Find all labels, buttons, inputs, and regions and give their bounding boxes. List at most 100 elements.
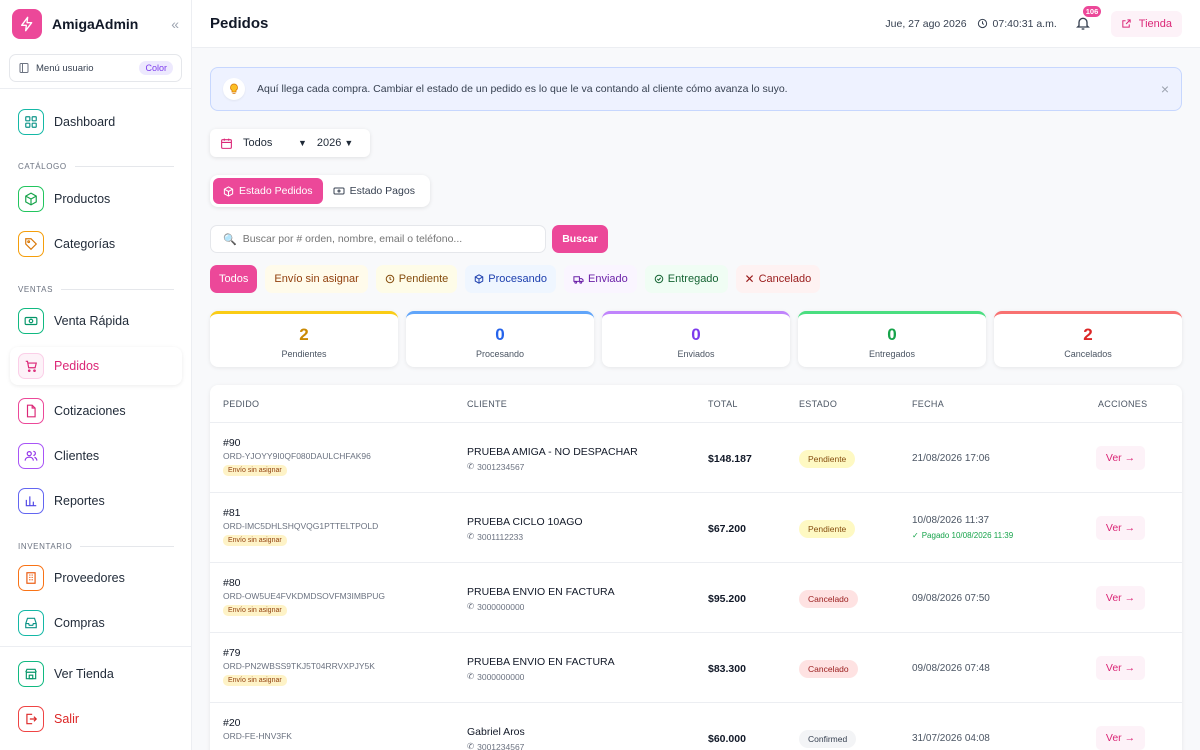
sidebar-item-reports[interactable]: Reportes	[10, 482, 182, 520]
sidebar-item-label: Ver Tienda	[54, 667, 114, 681]
check-circle-icon	[654, 274, 664, 284]
sidebar-item-label: Pedidos	[54, 359, 100, 373]
chip-shipped[interactable]: Enviado	[564, 265, 637, 293]
sidebar-item-label: Reportes	[54, 494, 105, 508]
header-time: 07:40:31 a.m.	[992, 17, 1057, 30]
view-order-button[interactable]: Ver →	[1096, 656, 1145, 680]
sidebar-item-orders[interactable]: Pedidos	[10, 347, 182, 385]
collapse-sidebar-icon[interactable]: «	[171, 16, 179, 32]
status-badge: Pendiente	[799, 520, 856, 538]
tab-label: Estado Pagos	[349, 185, 415, 197]
table-row[interactable]: #20 ORD-FE-HNV3FK Gabriel Aros ✆ 30012345…	[210, 703, 1182, 750]
column-header[interactable]: CLIENTE	[467, 399, 507, 409]
sidebar-item-products[interactable]: Productos	[10, 180, 182, 218]
sidebar: AmigaAdmin « Menú usuario Color Dashboar…	[0, 0, 192, 750]
tab-orders-status[interactable]: Estado Pedidos	[213, 178, 323, 204]
stat-label: Enviados	[677, 349, 715, 359]
notifications-button[interactable]: 106	[1075, 5, 1102, 33]
year-select[interactable]: 2026	[317, 137, 341, 149]
order-code: ORD-IMC5DHLSHQVQG1PTTELTPOLD	[223, 521, 379, 531]
bar-chart-icon	[18, 488, 44, 514]
column-header: ACCIONES	[1098, 399, 1148, 409]
status-filter-chips: Todos Envío sin asignar Pendiente Proces…	[210, 265, 828, 293]
search-field[interactable]: 🔍	[210, 225, 546, 253]
order-date: 31/07/2026 04:08	[912, 733, 990, 744]
column-header[interactable]: PEDIDO	[223, 399, 259, 409]
main-content: Aquí llega cada compra. Cambiar el estad…	[192, 49, 1200, 750]
tab-payments-status[interactable]: Estado Pagos	[323, 178, 425, 204]
section-inventory: INVENTARIO	[18, 542, 174, 551]
search-button[interactable]: Buscar	[552, 225, 608, 253]
chip-label: Cancelado	[758, 273, 812, 285]
client-name: PRUEBA CICLO 10AGO	[467, 516, 583, 528]
check-icon: ✓	[912, 531, 919, 540]
chip-processing[interactable]: Procesando	[465, 265, 557, 293]
view-order-button[interactable]: Ver →	[1096, 586, 1145, 610]
chevron-down-icon[interactable]: ▼	[344, 138, 353, 148]
sidebar-item-dashboard[interactable]: Dashboard	[10, 103, 182, 141]
chip-unassigned[interactable]: Envío sin asignar	[265, 265, 368, 293]
banner-text: Aquí llega cada compra. Cambiar el estad…	[257, 83, 788, 95]
store-button[interactable]: Tienda	[1110, 10, 1182, 37]
sidebar-item-label: Categorías	[54, 237, 116, 251]
chip-pending[interactable]: Pendiente	[375, 265, 458, 293]
column-header[interactable]: ESTADO	[799, 399, 837, 409]
chevron-down-icon[interactable]: ▼	[298, 138, 307, 148]
view-order-button[interactable]: Ver →	[1096, 446, 1145, 470]
view-order-button[interactable]: Ver →	[1096, 726, 1145, 750]
sidebar-item-label: Compras	[54, 616, 105, 630]
table-row[interactable]: #79 ORD-PN2WBSS9TKJ5T04RRVXPJY5K Envío s…	[210, 633, 1182, 703]
chip-label: Entregado	[667, 273, 719, 285]
search-input[interactable]	[242, 233, 533, 245]
user-menu[interactable]: Menú usuario Color	[9, 54, 182, 82]
order-total: $67.200	[708, 523, 746, 535]
chip-all[interactable]: Todos	[210, 265, 258, 293]
brand-name: AmigaAdmin	[52, 16, 139, 32]
order-code: ORD-OW5UE4FVKDMDSOVFM3IMBPUG	[223, 591, 385, 601]
chip-delivered[interactable]: Entregado	[644, 265, 728, 293]
table-row[interactable]: #81 ORD-IMC5DHLSHQVQG1PTTELTPOLD Envío s…	[210, 493, 1182, 563]
sidebar-item-suppliers[interactable]: Proveedores	[10, 559, 182, 597]
tab-label: Estado Pedidos	[239, 185, 313, 197]
shipping-tag: Envío sin asignar	[223, 535, 287, 546]
chip-cancelled[interactable]: ✕ Cancelado	[735, 265, 821, 293]
stat-card-delivered: 0 Entregados	[798, 311, 986, 367]
period-select[interactable]: Todos	[243, 137, 298, 149]
client-phone: 3001234567	[477, 461, 525, 472]
sidebar-item-clients[interactable]: Clientes	[10, 437, 182, 475]
view-order-button[interactable]: Ver →	[1096, 516, 1145, 540]
lightbulb-icon	[223, 78, 245, 100]
chip-label: Procesando	[488, 273, 548, 285]
chip-label: Pendiente	[398, 273, 449, 285]
sidebar-item-quick-sale[interactable]: Venta Rápida	[10, 302, 182, 340]
logout-icon	[18, 706, 44, 732]
order-code: ORD-FE-HNV3FK	[223, 731, 292, 741]
user-menu-label: Menú usuario	[36, 62, 94, 74]
sidebar-item-purchases[interactable]: Compras	[10, 604, 182, 642]
sidebar-item-categories[interactable]: Categorías	[10, 225, 182, 263]
column-header[interactable]: FECHA	[912, 399, 944, 409]
stat-card-processing: 0 Procesando	[406, 311, 594, 367]
search-icon: 🔍	[223, 233, 237, 246]
table-row[interactable]: #90 ORD-YJOYY9I0QF080DAULCHFAK96 Envío s…	[210, 423, 1182, 493]
stat-value: 0	[887, 325, 897, 344]
table-row[interactable]: #80 ORD-OW5UE4FVKDMDSOVFM3IMBPUG Envío s…	[210, 563, 1182, 633]
column-header[interactable]: TOTAL	[708, 399, 738, 409]
close-icon[interactable]: ×	[1161, 81, 1169, 97]
panel-icon	[19, 63, 29, 73]
color-badge[interactable]: Color	[139, 61, 173, 75]
sidebar-item-logout[interactable]: Salir	[10, 700, 182, 738]
sidebar-item-view-store[interactable]: Ver Tienda	[10, 655, 182, 693]
store-button-label: Tienda	[1138, 17, 1172, 30]
chip-label: Envío sin asignar	[274, 273, 359, 285]
sidebar-item-label: Salir	[54, 712, 80, 726]
chip-label: Enviado	[588, 273, 628, 285]
box-icon	[475, 274, 484, 284]
box-icon	[18, 186, 44, 212]
sidebar-item-label: Clientes	[54, 449, 100, 463]
phone-icon: ✆	[467, 671, 475, 681]
section-catalog: CATÁLOGO	[18, 162, 174, 171]
sidebar-item-quotes[interactable]: Cotizaciones	[10, 392, 182, 430]
client-name: PRUEBA ENVIO EN FACTURA	[467, 656, 615, 668]
bell-icon	[1075, 17, 1090, 30]
